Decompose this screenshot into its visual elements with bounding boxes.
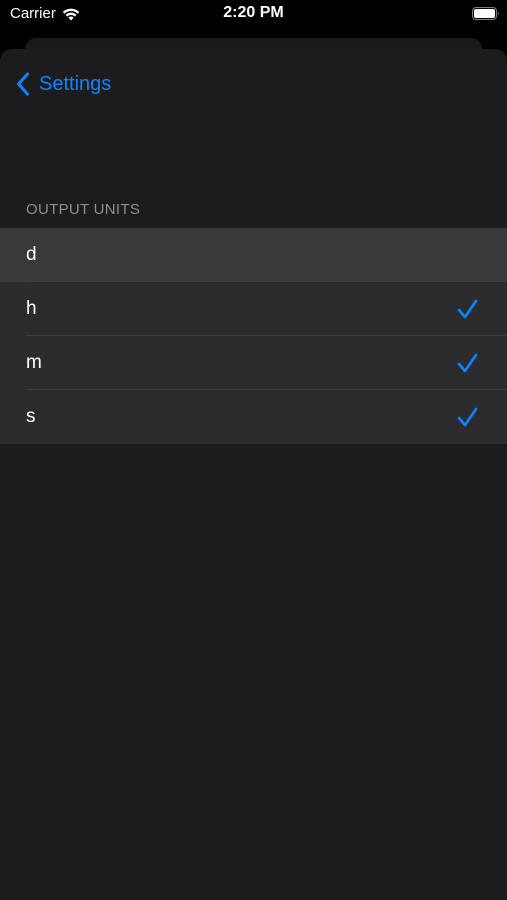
unit-row-h[interactable]: h — [0, 282, 507, 336]
checkmark-icon — [457, 407, 478, 427]
section-header-output-units: OUTPUT UNITS — [26, 201, 141, 218]
battery-icon — [472, 7, 499, 20]
status-bar: Carrier 2:20 PM — [0, 0, 507, 30]
back-button-label: Settings — [39, 72, 112, 95]
chevron-left-icon — [17, 72, 29, 96]
unit-label: m — [26, 352, 42, 373]
settings-sheet: Settings OUTPUT UNITS d h m s — [0, 49, 507, 900]
output-units-list: d h m s — [0, 228, 507, 444]
unit-label: s — [26, 406, 36, 427]
unit-row-s[interactable]: s — [0, 390, 507, 444]
checkmark-icon — [457, 353, 478, 373]
unit-row-d[interactable]: d — [0, 228, 507, 282]
checkmark-icon — [457, 299, 478, 319]
unit-label: d — [26, 244, 37, 265]
status-time: 2:20 PM — [223, 4, 284, 21]
unit-row-m[interactable]: m — [0, 336, 507, 390]
back-button[interactable]: Settings — [16, 69, 111, 99]
unit-label: h — [26, 298, 37, 319]
